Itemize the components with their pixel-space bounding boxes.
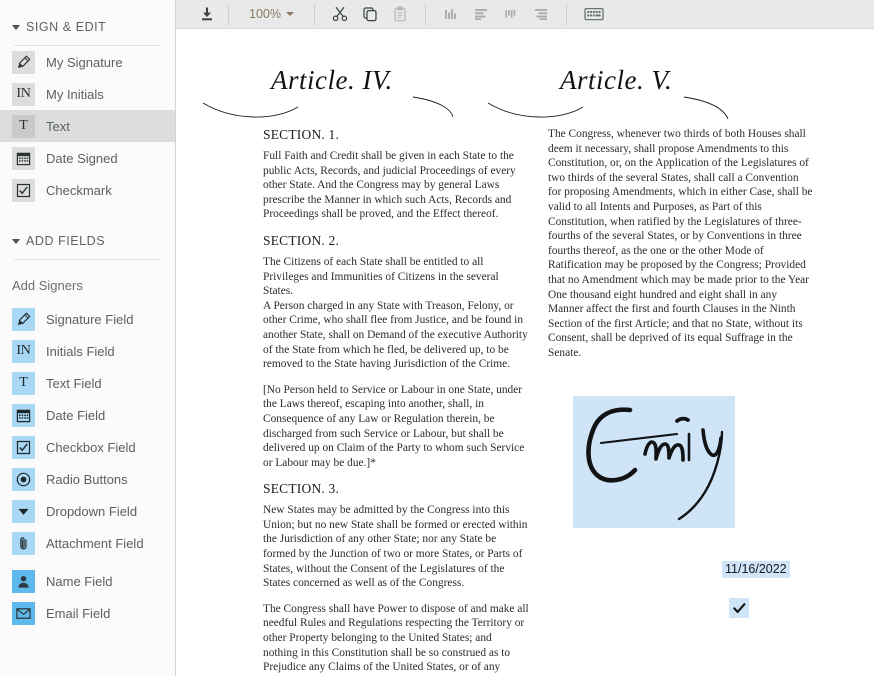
copy-button[interactable]	[355, 3, 385, 26]
document-column-right: Article. V. The Congress, whenever two t…	[488, 65, 814, 372]
distribute-horizontal-button[interactable]	[496, 3, 526, 26]
left-sidebar: SIGN & EDIT My Signature IN My Initials …	[0, 0, 176, 676]
initials-in-icon: IN	[12, 339, 35, 363]
sidebar-item-label: Attachment Field	[46, 535, 144, 551]
zoom-level-value: 100%	[249, 7, 281, 21]
zoom-level-dropdown[interactable]: 100%	[245, 7, 298, 21]
sidebar-item-radio-buttons[interactable]: Radio Buttons	[0, 463, 175, 495]
calendar-icon	[12, 146, 35, 170]
sidebar-item-label: Signature Field	[46, 311, 134, 327]
paragraph: The Congress, whenever two thirds of bot…	[548, 128, 813, 359]
paragraph: [No Person held to Service or Labour in …	[263, 383, 525, 469]
download-button[interactable]	[192, 3, 222, 26]
document-toolbar: 100%	[176, 0, 874, 29]
sidebar-item-label: My Initials	[46, 86, 104, 102]
sidebar-item-label: Text	[46, 118, 70, 134]
sidebar-item-date-signed[interactable]: Date Signed	[0, 142, 175, 174]
flourish-ornament	[203, 96, 453, 118]
sidebar-item-checkmark[interactable]: Checkmark	[0, 174, 175, 206]
sidebar-item-text[interactable]: T Text	[0, 110, 175, 142]
envelope-icon	[12, 601, 35, 625]
align-left-button[interactable]	[436, 3, 466, 26]
sidebar-item-label: Name Field	[46, 573, 113, 589]
sidebar-item-label: Email Field	[46, 605, 111, 621]
article-title: Article. IV.	[271, 65, 393, 95]
sidebar-item-label: Checkbox Field	[46, 439, 136, 455]
add-signers-label[interactable]: Add Signers	[0, 260, 175, 303]
article-title-block: Article. IV.	[203, 65, 529, 127]
date-field[interactable]: 11/16/2022	[722, 561, 790, 578]
checkmark-box-icon	[12, 178, 35, 202]
chevron-down-icon	[285, 12, 294, 16]
document-column-left: Article. IV. SECTION. 1. Full Faith and …	[203, 65, 529, 676]
checkmark-field[interactable]	[729, 598, 749, 618]
sidebar-item-attachment-field[interactable]: Attachment Field	[0, 527, 175, 559]
sidebar-item-initials-field[interactable]: IN Initials Field	[0, 335, 175, 367]
person-icon	[12, 569, 35, 593]
paragraph: The Congress shall have Power to dispose…	[263, 602, 529, 676]
sidebar-item-dropdown-field[interactable]: Dropdown Field	[0, 495, 175, 527]
paragraph: The Citizens of each State shall be enti…	[263, 255, 499, 298]
toolbar-divider	[228, 3, 229, 25]
signature-field[interactable]	[573, 396, 735, 528]
sidebar-item-label: My Signature	[46, 54, 123, 70]
sidebar-item-label: Dropdown Field	[46, 503, 138, 519]
section-heading: SECTION. 3.	[263, 481, 340, 497]
sidebar-item-date-field[interactable]: Date Field	[0, 399, 175, 431]
sidebar-item-label: Date Field	[46, 407, 106, 423]
sidebar-item-name-field[interactable]: Name Field	[0, 565, 175, 597]
radio-button-icon	[12, 467, 35, 491]
sidebar-item-label: Checkmark	[46, 182, 112, 198]
signature-pen-icon	[12, 50, 35, 74]
initials-in-icon: IN	[12, 82, 35, 106]
sidebar-item-my-signature[interactable]: My Signature	[0, 46, 175, 78]
article-title: Article. V.	[560, 65, 673, 95]
section-header-add-fields[interactable]: ADD FIELDS	[0, 228, 175, 254]
chevron-down-icon	[12, 24, 20, 30]
signature-ink	[586, 407, 724, 521]
article-title-block: Article. V.	[488, 65, 814, 127]
sidebar-item-checkbox-field[interactable]: Checkbox Field	[0, 431, 175, 463]
section-heading: SECTION. 2.	[263, 232, 340, 248]
sidebar-item-signature-field[interactable]: Signature Field	[0, 303, 175, 335]
paste-button[interactable]	[385, 3, 415, 26]
text-t-icon: T	[12, 371, 35, 395]
toolbar-divider	[424, 3, 426, 25]
sidebar-item-label: Initials Field	[46, 343, 115, 359]
sidebar-item-label: Text Field	[46, 375, 102, 391]
paperclip-icon	[12, 531, 35, 555]
chevron-down-icon	[12, 499, 35, 523]
section-title: SIGN & EDIT	[26, 20, 107, 34]
calendar-icon	[12, 403, 35, 427]
text-t-icon: T	[12, 114, 35, 138]
sidebar-item-label: Date Signed	[46, 150, 118, 166]
sidebar-item-label: Radio Buttons	[46, 471, 128, 487]
paragraph: New States may be admitted by the Congre…	[263, 504, 528, 590]
signature-pen-icon	[12, 307, 35, 331]
keyboard-shortcuts-button[interactable]	[579, 3, 609, 26]
sidebar-item-text-field[interactable]: T Text Field	[0, 367, 175, 399]
checkmark-box-icon	[12, 435, 35, 459]
document-signing-app: SIGN & EDIT My Signature IN My Initials …	[0, 0, 874, 676]
toolbar-divider	[565, 3, 567, 25]
checkmark-icon	[732, 602, 745, 613]
sidebar-item-email-field[interactable]: Email Field	[0, 597, 175, 629]
paragraph: A Person charged in any State with Treas…	[263, 299, 528, 371]
document-canvas[interactable]: Article. IV. SECTION. 1. Full Faith and …	[177, 30, 874, 676]
cut-button[interactable]	[325, 3, 355, 26]
align-top-button[interactable]	[466, 3, 496, 26]
chevron-down-icon	[12, 238, 20, 244]
section-heading: SECTION. 1.	[263, 127, 340, 142]
section-header-sign-edit[interactable]: SIGN & EDIT	[0, 14, 175, 40]
paragraph: Full Faith and Credit shall be given in …	[263, 150, 516, 221]
section-title: ADD FIELDS	[26, 234, 106, 248]
align-right-button[interactable]	[526, 3, 556, 26]
sidebar-item-my-initials[interactable]: IN My Initials	[0, 78, 175, 110]
toolbar-divider	[313, 3, 315, 25]
